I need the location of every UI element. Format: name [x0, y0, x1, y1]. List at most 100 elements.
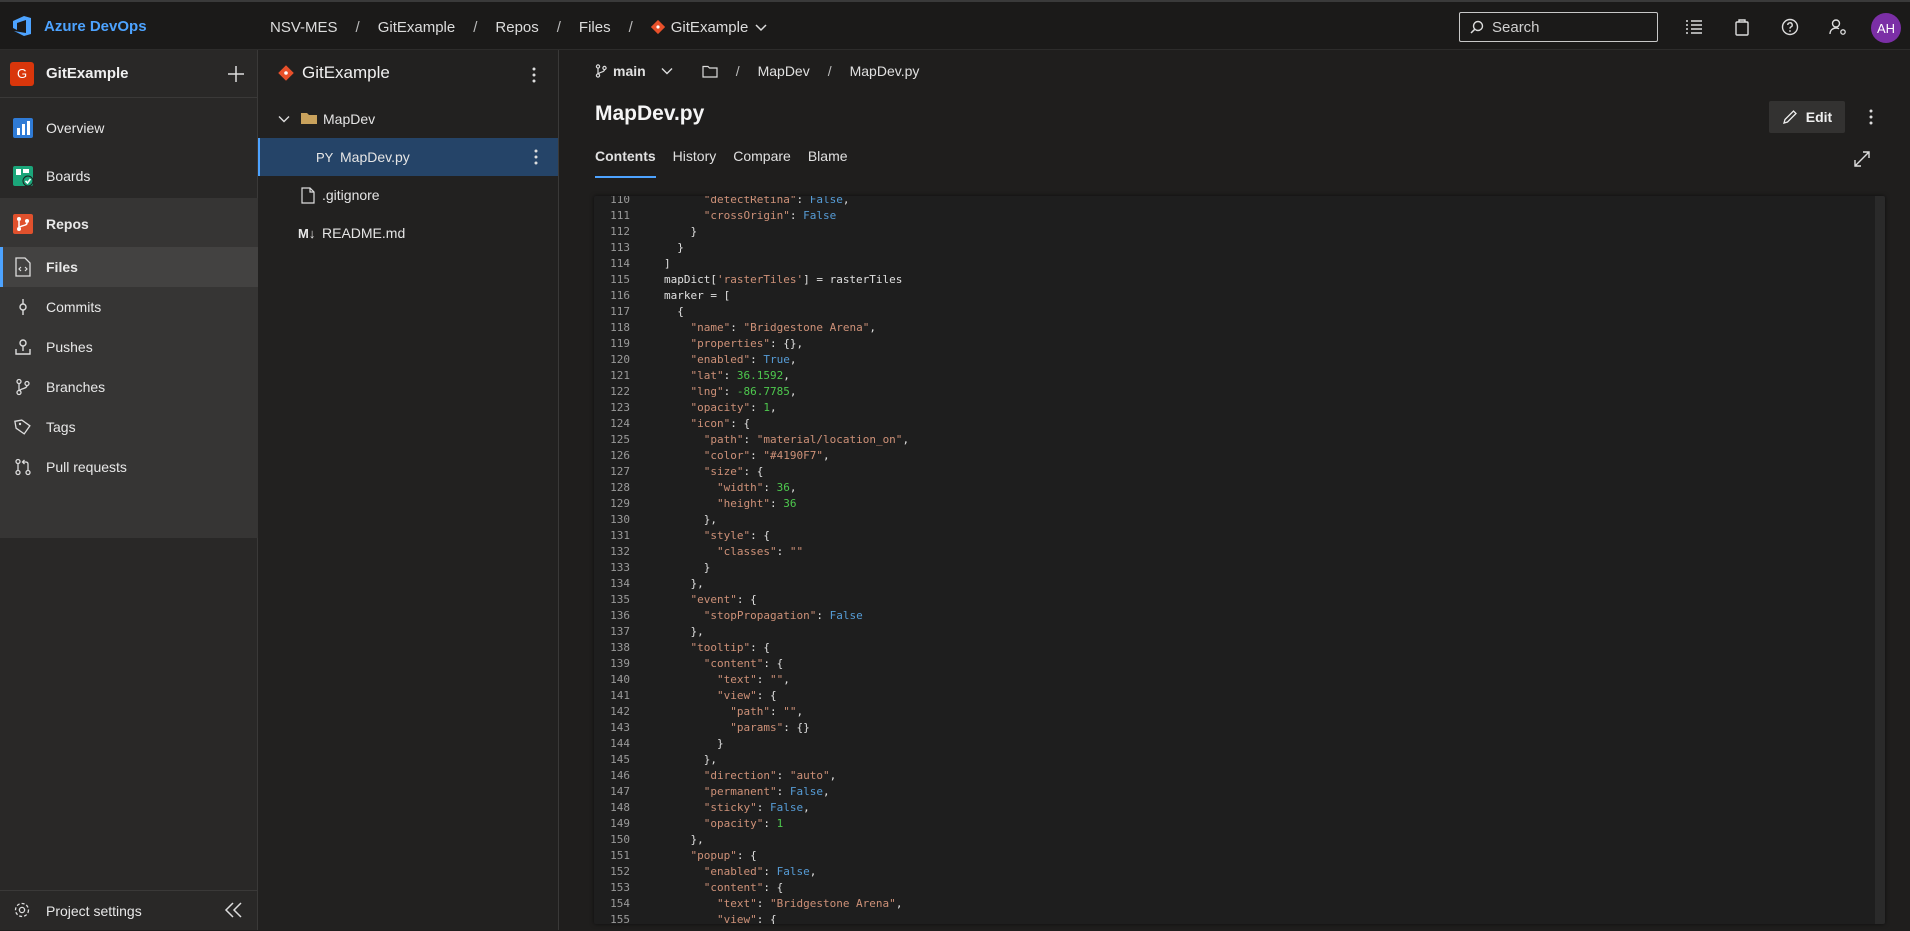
add-icon[interactable]: [222, 60, 250, 88]
tree-file-mapdev-py[interactable]: PY MapDev.py: [258, 138, 558, 176]
folder-outline-icon[interactable]: [702, 65, 718, 78]
code-viewer[interactable]: 110 "detectRetina": False, 111 "crossOrig…: [594, 196, 1885, 924]
pushes-icon: [11, 335, 35, 359]
chevron-down-icon[interactable]: [277, 112, 291, 126]
breadcrumb-separator: /: [355, 18, 360, 36]
page-title: MapDev.py: [595, 102, 705, 125]
code-token: :: [750, 449, 764, 462]
line-code: "popup": {: [664, 848, 756, 864]
more-options-icon[interactable]: [524, 62, 544, 88]
nav-item-files[interactable]: Files: [0, 247, 258, 287]
line-code: "path": "",: [664, 704, 803, 720]
tree-file-readme[interactable]: M↓ README.md: [258, 214, 558, 252]
code-line: 119 "properties": {},: [594, 336, 1885, 352]
breadcrumb-separator: /: [473, 18, 478, 36]
more-options-icon[interactable]: [1861, 104, 1881, 130]
line-number: 138: [610, 641, 630, 654]
code-token: "size": [664, 465, 744, 478]
search-box[interactable]: Search: [1459, 12, 1658, 42]
more-options-icon[interactable]: [526, 146, 546, 168]
collapse-chevrons-icon[interactable]: [224, 901, 244, 919]
nav-item-overview[interactable]: Overview: [0, 108, 258, 148]
tree-file-gitignore[interactable]: .gitignore: [258, 176, 558, 214]
breadcrumb-project[interactable]: GitExample: [378, 19, 456, 36]
overview-icon: [11, 116, 35, 140]
fullscreen-expand-icon[interactable]: [1849, 146, 1875, 172]
line-code: "color": "#4190F7",: [664, 448, 830, 464]
tab-contents[interactable]: Contents: [595, 148, 656, 178]
folder-icon: [300, 111, 318, 125]
boards-icon: [11, 164, 35, 188]
line-code: "enabled": False,: [664, 864, 817, 880]
edit-button[interactable]: Edit: [1769, 101, 1845, 133]
search-placeholder: Search: [1492, 18, 1540, 36]
line-number: 129: [610, 497, 630, 510]
file-tree-panel: GitExample MapDev PY MapDev.py .gitignor…: [258, 50, 559, 930]
breadcrumb-org[interactable]: NSV-MES: [270, 19, 338, 36]
line-number: 147: [610, 785, 630, 798]
project-settings[interactable]: Project settings: [0, 890, 258, 931]
nav-item-label: Overview: [46, 120, 105, 136]
code-token: },: [664, 513, 717, 526]
code-token: "popup": [664, 849, 737, 862]
nav-item-repos[interactable]: Repos: [0, 204, 258, 244]
help-icon[interactable]: [1776, 12, 1804, 42]
line-number: 154: [610, 897, 630, 910]
pull-requests-icon: [11, 455, 35, 479]
line-code: },: [664, 832, 703, 848]
breadcrumb-repos[interactable]: Repos: [495, 19, 538, 36]
marketplace-bag-icon[interactable]: [1728, 12, 1756, 42]
breadcrumb-separator: /: [628, 18, 633, 36]
vertical-scrollbar[interactable]: [1875, 196, 1885, 924]
code-token: : {: [763, 881, 784, 894]
branch-selector[interactable]: main: [595, 63, 674, 79]
line-code: "height": 36: [664, 496, 797, 512]
line-code: "properties": {},: [664, 336, 803, 352]
code-token: ,: [789, 385, 797, 398]
nav-item-tags[interactable]: Tags: [0, 407, 258, 447]
nav-item-label: Commits: [46, 299, 102, 315]
nav-item-pull-requests[interactable]: Pull requests: [0, 447, 258, 487]
code-token: : {},: [769, 337, 804, 350]
line-number: 131: [610, 529, 630, 542]
tab-blame[interactable]: Blame: [808, 148, 848, 178]
code-line: 148 "sticky": False,: [594, 800, 1885, 816]
brand[interactable]: Azure DevOps: [10, 14, 147, 38]
tree-repo-header[interactable]: GitExample: [278, 63, 390, 83]
breadcrumb-repo-selector[interactable]: GitExample: [650, 19, 769, 36]
breadcrumb-files[interactable]: Files: [579, 19, 611, 36]
tab-compare[interactable]: Compare: [733, 148, 791, 178]
nav-item-branches[interactable]: Branches: [0, 367, 258, 407]
line-number: 133: [610, 561, 630, 574]
code-token: : {}: [783, 721, 810, 734]
code-token: "opacity": [664, 401, 751, 414]
code-line: 139 "content": {: [594, 656, 1885, 672]
code-token: "text": [664, 897, 757, 910]
code-token: ]: [664, 257, 671, 270]
tab-history[interactable]: History: [673, 148, 717, 178]
code-token: ] = rasterTiles: [803, 273, 903, 286]
avatar[interactable]: AH: [1871, 13, 1901, 43]
task-list-icon[interactable]: [1680, 12, 1708, 42]
nav-item-pushes[interactable]: Pushes: [0, 327, 258, 367]
project-header[interactable]: G GitExample: [0, 50, 258, 98]
code-token: }: [664, 225, 698, 238]
line-number: 112: [610, 225, 630, 238]
code-token: "stopPropagation": [664, 609, 817, 622]
top-bar: Azure DevOps NSV-MES / GitExample / Repo…: [0, 0, 1910, 50]
path-segment-file[interactable]: MapDev.py: [850, 63, 920, 79]
code-line: 123 "opacity": 1,: [594, 400, 1885, 416]
code-line: 110 "detectRetina": False,: [594, 196, 1885, 208]
tree-folder-mapdev[interactable]: MapDev: [258, 100, 558, 138]
line-number: 153: [610, 881, 630, 894]
nav-item-commits[interactable]: Commits: [0, 287, 258, 327]
line-number: 149: [610, 817, 630, 830]
path-segment-folder[interactable]: MapDev: [758, 63, 810, 79]
code-line: 121 "lat": 36.1592,: [594, 368, 1885, 384]
code-line: 152 "enabled": False,: [594, 864, 1885, 880]
user-settings-icon[interactable]: [1824, 12, 1852, 42]
git-repo-icon: [650, 20, 665, 34]
nav-item-boards[interactable]: Boards: [0, 156, 258, 196]
code-token: : {: [736, 593, 757, 606]
line-number: 143: [610, 721, 630, 734]
